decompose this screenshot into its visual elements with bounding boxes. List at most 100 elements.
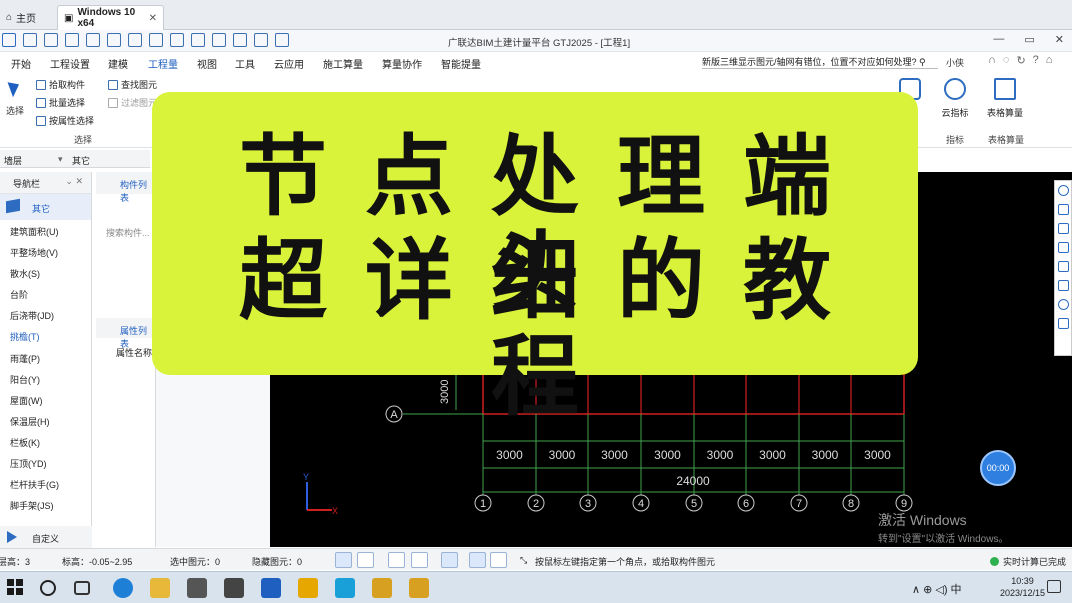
system-clock[interactable]: 10:39 2023/12/15 — [1000, 575, 1045, 599]
find-element-button[interactable]: 查找图元 — [108, 78, 157, 91]
help-search-input[interactable]: 新版三维显示图元/轴网有错位，位置不对应如何处理? ⚲ — [702, 55, 938, 69]
vm-tab-strip: ⌂ 主页 ▣ Windows 10 x64 ✕ — [0, 0, 1072, 30]
zoom-window-icon[interactable] — [1057, 280, 1069, 291]
menu-cloud[interactable]: 云应用 — [274, 56, 304, 71]
nav-item[interactable]: 阳台(Y) — [0, 368, 91, 389]
zoom-extents-icon[interactable] — [1057, 261, 1069, 272]
user-name[interactable]: 小侠 — [946, 56, 964, 69]
refresh-icon[interactable]: ↻ — [1016, 54, 1025, 67]
undo-icon[interactable] — [107, 33, 121, 47]
search-icon[interactable] — [40, 580, 56, 596]
mail-icon[interactable] — [224, 578, 244, 598]
menu-smart[interactable]: 智能提量 — [441, 56, 481, 71]
grid-number: 4 — [638, 498, 644, 510]
shirt-icon[interactable]: ⌂ — [1046, 54, 1053, 67]
table-icon[interactable] — [191, 33, 205, 47]
save-icon[interactable] — [86, 33, 100, 47]
nav-item[interactable]: 挑檐(T) — [0, 325, 91, 346]
open-file-icon[interactable] — [44, 33, 58, 47]
dynamic-input-icon[interactable] — [441, 552, 458, 568]
maximize-button[interactable]: ▭ — [1024, 33, 1034, 46]
menu-construction[interactable]: 施工算量 — [323, 56, 363, 71]
windows-start-icon[interactable] — [7, 579, 23, 595]
file-explorer-icon[interactable] — [150, 578, 170, 598]
snap-toggle-icon[interactable] — [357, 552, 374, 568]
nav-item[interactable]: 平整场地(V) — [0, 241, 91, 262]
menu-start[interactable]: 开始 — [11, 56, 31, 71]
layout-icon[interactable] — [212, 33, 226, 47]
chat-icon[interactable]: ◌ — [1003, 54, 1010, 67]
floor-dropdown-arrow-icon[interactable]: ▾ — [58, 154, 63, 165]
display-settings-icon[interactable] — [1057, 299, 1069, 310]
report-icon[interactable] — [170, 33, 184, 47]
nav-item[interactable]: 建筑面积(U) — [0, 220, 91, 241]
title-banner-overlay: 节点处理端头 超详细的教程 — [152, 92, 918, 424]
nav-item[interactable]: 栏板(K) — [0, 431, 91, 452]
grid-icon[interactable] — [233, 33, 247, 47]
nav-item[interactable]: 雨蓬(P) — [0, 347, 91, 368]
batch-select-button[interactable]: 批量选择 — [36, 96, 85, 109]
menu-modeling[interactable]: 建模 — [108, 56, 128, 71]
nav-item[interactable]: 散水(S) — [0, 262, 91, 283]
menu-view[interactable]: 视图 — [197, 56, 217, 71]
layer-display-icon[interactable] — [1057, 318, 1069, 329]
nav-custom[interactable]: 自定义 — [0, 526, 92, 548]
redo-icon[interactable] — [128, 33, 142, 47]
recording-timer[interactable]: 00:00 — [980, 450, 1016, 486]
help-icon[interactable]: ? — [1033, 54, 1039, 67]
nav-item[interactable]: 屋面(W) — [0, 389, 91, 410]
nav-item[interactable]: 台阶 — [0, 283, 91, 304]
system-tray[interactable]: ∧ ⊕ ◁) 中 — [912, 581, 962, 597]
edge-browser-icon[interactable] — [113, 578, 133, 598]
glodon-cloud-icon[interactable] — [298, 578, 318, 598]
grid-snap-icon[interactable] — [469, 552, 486, 568]
table-quantity-button[interactable]: 表格算量 — [982, 78, 1028, 119]
export-icon[interactable] — [254, 33, 268, 47]
vm-tab-windows[interactable]: ▣ Windows 10 x64 ✕ — [57, 5, 164, 30]
pin-icon[interactable]: ⌄ ✕ — [65, 176, 83, 187]
minimize-button[interactable]: — — [993, 33, 1004, 46]
vm-tab-home[interactable]: ⌂ 主页 — [0, 5, 56, 30]
nav-item[interactable]: 栏杆扶手(G) — [0, 473, 91, 494]
clock-date: 2023/12/15 — [1000, 588, 1046, 598]
select-button[interactable]: 选择 — [3, 76, 27, 122]
new-file-icon[interactable] — [23, 33, 37, 47]
ortho-toggle-icon[interactable] — [335, 552, 352, 568]
view-top-icon[interactable] — [1057, 204, 1069, 215]
type-dropdown[interactable]: 其它 — [72, 154, 90, 167]
settings-icon[interactable] — [275, 33, 289, 47]
nav-item[interactable]: 保温层(H) — [0, 410, 91, 431]
cloud-index-label: 云指标 — [941, 108, 969, 118]
calc-icon[interactable] — [149, 33, 163, 47]
folder-icon[interactable] — [65, 33, 79, 47]
view-front-icon[interactable] — [1057, 223, 1069, 234]
view-3d-icon[interactable] — [1057, 185, 1069, 196]
nav-item[interactable]: 脚手架(JS) — [0, 494, 91, 515]
notification-icon[interactable] — [1047, 580, 1061, 593]
menu-tools[interactable]: 工具 — [235, 56, 255, 71]
nav-item[interactable]: 后浇带(JD) — [0, 304, 91, 325]
task-view-icon[interactable] — [74, 581, 90, 595]
close-tab-icon[interactable]: ✕ — [149, 13, 157, 24]
store-icon[interactable] — [187, 578, 207, 598]
component-search-input[interactable]: 搜索构件... — [106, 226, 155, 239]
glodon-tool2-icon[interactable] — [409, 578, 429, 598]
cross-toggle-icon[interactable] — [388, 552, 405, 568]
filter-element-button[interactable]: 过滤图元 — [108, 96, 157, 109]
glodon-tool-icon[interactable] — [372, 578, 392, 598]
menu-project-settings[interactable]: 工程设置 — [50, 56, 90, 71]
nav-category[interactable]: 其它 — [0, 194, 91, 220]
close-button[interactable]: ✕ — [1055, 33, 1064, 46]
cloud-index-button[interactable]: 云指标 — [938, 78, 972, 119]
headset-icon[interactable]: ∩ — [988, 54, 996, 67]
angle-toggle-icon[interactable] — [411, 552, 428, 568]
floor-dropdown[interactable]: 墙层 — [4, 154, 22, 167]
glodon-pricing-icon[interactable] — [335, 578, 355, 598]
view-iso-icon[interactable] — [1057, 242, 1069, 253]
select-by-property-button[interactable]: 按属性选择 — [36, 114, 94, 127]
pick-component-button[interactable]: 拾取构件 — [36, 78, 85, 91]
nav-item[interactable]: 压顶(YD) — [0, 452, 91, 473]
gtj-app-icon[interactable] — [261, 578, 281, 598]
arc-toggle-icon[interactable] — [490, 552, 507, 568]
menu-collab[interactable]: 算量协作 — [382, 56, 422, 71]
